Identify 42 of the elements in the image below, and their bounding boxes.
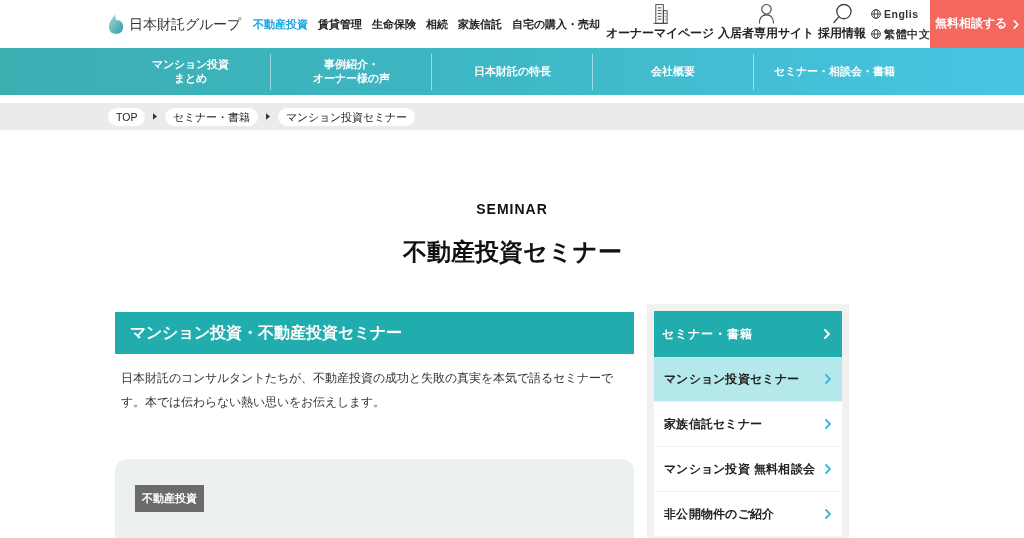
nav-link[interactable]: 家族信託 xyxy=(458,15,502,33)
chevron-right-icon xyxy=(825,374,831,384)
category-tag: 不動産投資 xyxy=(135,485,204,512)
utility-link-label: 採用情報 xyxy=(818,26,866,40)
utility-link-label: オーナーマイページ xyxy=(606,26,714,40)
search-icon xyxy=(832,3,852,24)
chevron-right-icon xyxy=(825,464,831,474)
drop-logo-icon xyxy=(108,14,124,34)
section-heading: マンション投資・不動産投資セミナー xyxy=(115,312,634,354)
sidebar-item[interactable]: 家族信託セミナー xyxy=(654,402,842,447)
chevron-right-icon xyxy=(824,329,830,339)
chevron-right-icon xyxy=(1013,19,1019,29)
utility-link-label: 入居者専用サイト xyxy=(718,26,814,40)
section-eyebrow: SEMINAR xyxy=(476,200,548,218)
chevron-right-icon xyxy=(825,419,831,429)
nav-link[interactable]: 生命保険 xyxy=(372,15,416,33)
utility-link[interactable]: オーナーマイページ xyxy=(604,0,716,48)
globe-icon xyxy=(871,29,881,39)
utility-link[interactable]: 採用情報 xyxy=(816,0,868,48)
language-link[interactable]: 繁體中文 xyxy=(871,27,930,41)
intro-paragraph: 日本財託のコンサルタントたちが、不動産投資の成功と失敗の真実を本気で語るセミナーです。本では伝わらない熱い思いをお伝えします。 xyxy=(120,370,614,411)
person-icon xyxy=(757,3,775,24)
triangle-right-icon xyxy=(153,113,158,120)
building-icon xyxy=(652,3,668,24)
nav-link[interactable]: 賃貸管理 xyxy=(318,15,362,33)
language-link[interactable]: Englis xyxy=(871,7,930,21)
breadcrumb-link[interactable]: セミナー・書籍 xyxy=(165,107,259,126)
sidebar-item[interactable]: マンション投資セミナー xyxy=(654,357,842,402)
nav-link[interactable]: 相続 xyxy=(426,15,448,33)
utility-link[interactable]: 入居者専用サイト xyxy=(716,0,816,48)
globe-icon xyxy=(871,9,881,19)
sidebar-item[interactable]: 非公開物件のご紹介 xyxy=(654,492,842,537)
page-title: 不動産投資セミナー xyxy=(402,237,622,267)
nav-link[interactable]: 自宅の購入・売却 xyxy=(512,15,600,33)
triangle-right-icon xyxy=(266,113,271,120)
language-label: Englis xyxy=(884,7,919,21)
breadcrumb-link[interactable]: TOP xyxy=(108,107,146,126)
breadcrumb-link[interactable]: マンション投資セミナー xyxy=(278,107,416,126)
language-label: 繁體中文 xyxy=(884,27,930,41)
chevron-right-icon xyxy=(825,509,831,519)
logo-link[interactable]: 日本財託グループ xyxy=(108,13,241,35)
sidebar-item[interactable]: マンション投資 無料相談会 xyxy=(654,447,842,492)
